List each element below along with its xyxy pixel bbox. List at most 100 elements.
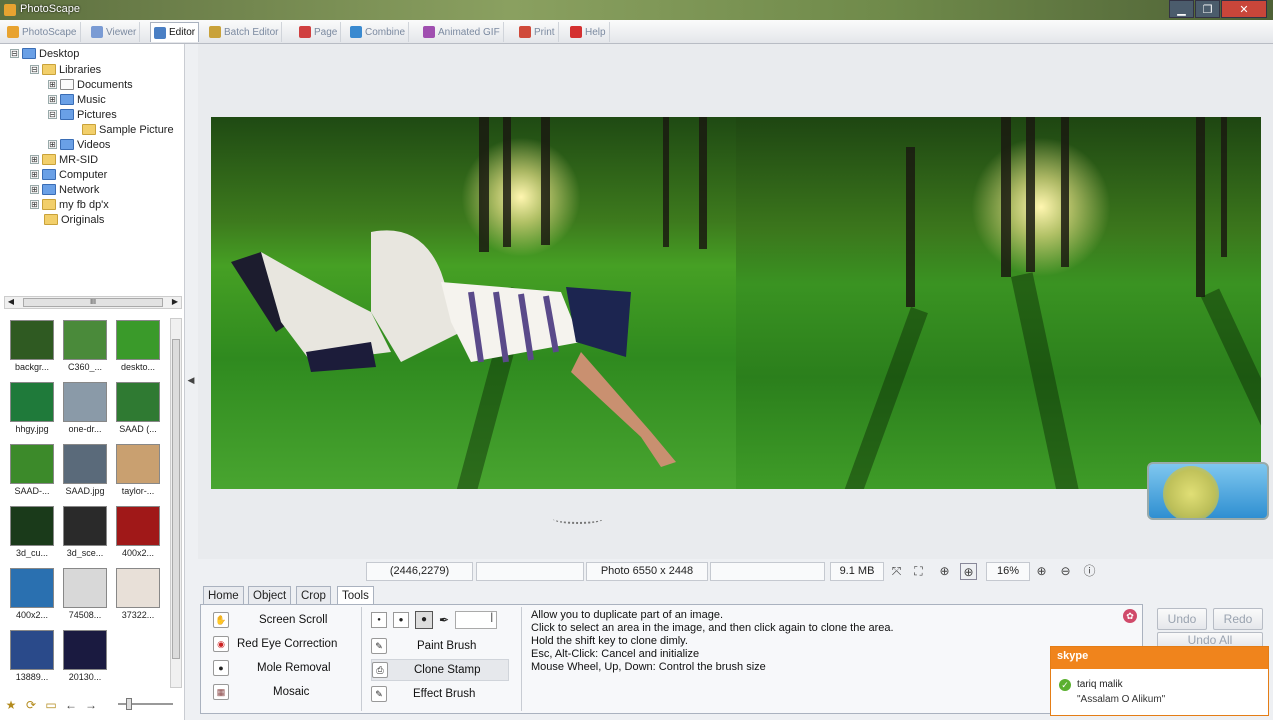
thumbnail-item[interactable]: deskto...: [112, 316, 164, 376]
zoom-out-icon[interactable]: ⊖: [1057, 563, 1074, 580]
thumbnail-item[interactable]: C360_...: [59, 316, 111, 376]
slider-knob[interactable]: [126, 698, 132, 710]
thumbnail-item[interactable]: 3d_sce...: [59, 502, 111, 562]
horizontal-scrollbar[interactable]: ◀ III ▶: [4, 296, 182, 309]
tab-editor[interactable]: Editor: [150, 22, 200, 42]
thumbnail-label: 74508...: [68, 610, 102, 620]
star-icon[interactable]: ★: [4, 698, 18, 712]
expand-toggle[interactable]: ⊞: [30, 170, 39, 179]
tab-home[interactable]: Home: [203, 586, 244, 605]
redo-button[interactable]: Redo: [1213, 608, 1263, 630]
thumbnail-item[interactable]: SAAD-...: [6, 440, 58, 500]
expand-toggle[interactable]: ⊞: [48, 80, 57, 89]
boy-figure: [231, 230, 676, 467]
expand-toggle[interactable]: ⊞: [48, 140, 57, 149]
tree-item-pictures[interactable]: ⊟ Pictures: [48, 107, 117, 122]
thumbnail-item[interactable]: hhgy.jpg: [6, 378, 58, 438]
tool-red-eye-correction[interactable]: ◉ Red Eye Correction: [213, 633, 337, 655]
tab-page[interactable]: Page: [296, 22, 342, 42]
brush-size-slider[interactable]: |: [455, 611, 498, 629]
expand-toggle[interactable]: ⊟: [10, 49, 19, 58]
skype-notification[interactable]: skype ✓ tariq malik "Assalam O Alikum": [1050, 646, 1269, 716]
scroll-thumb[interactable]: [172, 339, 180, 659]
tab-combine[interactable]: Combine: [347, 22, 410, 42]
tab-object[interactable]: Object: [248, 586, 292, 605]
brush-large-icon[interactable]: ●: [415, 611, 433, 629]
close-button[interactable]: ✕: [1221, 0, 1267, 18]
expand-toggle[interactable]: ⊞: [48, 95, 57, 104]
tab-help[interactable]: Help: [567, 22, 610, 42]
tree-item-network[interactable]: ⊞ Network: [30, 182, 99, 197]
fit-window-icon[interactable]: ⤧: [888, 563, 905, 580]
tree-item-desktop[interactable]: ⊟ Desktop: [10, 46, 79, 61]
thumbnail-item[interactable]: SAAD.jpg: [59, 440, 111, 500]
tab-batch-editor[interactable]: Batch Editor: [206, 22, 283, 42]
thumbnail-item[interactable]: 400x2...: [6, 564, 58, 624]
tab-crop[interactable]: Crop: [296, 586, 331, 605]
tool-clone-stamp[interactable]: ⎙ Clone Stamp: [371, 659, 509, 681]
scroll-right-icon[interactable]: ▶: [169, 297, 181, 306]
thumbnail-item[interactable]: backgr...: [6, 316, 58, 376]
zoom-actual-icon[interactable]: ⊕: [936, 563, 953, 580]
zoom-fit-icon[interactable]: ⊕: [960, 563, 977, 580]
minimize-button[interactable]: ▁: [1169, 0, 1194, 18]
tool-mosaic[interactable]: ▦ Mosaic: [213, 681, 309, 703]
collapse-panel-icon[interactable]: ◀: [186, 360, 196, 400]
thumbnail-item[interactable]: 13889...: [6, 626, 58, 686]
tool-mole-removal[interactable]: ● Mole Removal: [213, 657, 331, 679]
back-icon[interactable]: ←: [64, 698, 78, 712]
maximize-button[interactable]: ❐: [1195, 0, 1220, 18]
tool-screen-scroll[interactable]: ✋ Screen Scroll: [213, 609, 327, 631]
canvas-area[interactable]: [198, 44, 1273, 559]
tree-item-originals[interactable]: Originals: [44, 212, 104, 227]
thumbnail-item[interactable]: 74508...: [59, 564, 111, 624]
folder-icon[interactable]: ▭: [44, 698, 58, 712]
info-icon[interactable]: ⓘ: [1081, 563, 1098, 580]
thumbnail-item[interactable]: SAAD (...: [112, 378, 164, 438]
expand-toggle[interactable]: ⊞: [30, 200, 39, 209]
tree-item-documents[interactable]: ⊞ Documents: [48, 77, 133, 92]
tab-tools[interactable]: Tools: [337, 586, 374, 606]
refresh-icon[interactable]: ⟳: [24, 698, 38, 712]
tab-animated-gif[interactable]: Animated GIF: [420, 22, 504, 42]
thumbnail-label: C360_...: [67, 362, 103, 372]
tree-item-mr-sid[interactable]: ⊞ MR-SID: [30, 152, 98, 167]
brush-small-icon[interactable]: ●: [371, 612, 387, 628]
tool-description: Allow you to duplicate part of an image.…: [531, 609, 894, 673]
tool-effect-brush[interactable]: ✎ Effect Brush: [371, 683, 475, 705]
fit-screen-icon[interactable]: ⛶: [910, 563, 927, 580]
pen-icon[interactable]: ✒: [439, 613, 449, 627]
thumbnail-size-slider[interactable]: [118, 698, 173, 710]
tree-item-my-fb-dp[interactable]: ⊞ my fb dp'x: [30, 197, 109, 212]
tree-item-computer[interactable]: ⊞ Computer: [30, 167, 107, 182]
thumbnail-item[interactable]: one-dr...: [59, 378, 111, 438]
thumbnail-item[interactable]: 20130...: [59, 626, 111, 686]
tree-item-libraries[interactable]: ⊟ Libraries: [30, 62, 101, 77]
tree-item-videos[interactable]: ⊞ Videos: [48, 137, 110, 152]
forward-icon[interactable]: →: [84, 698, 98, 712]
expand-toggle[interactable]: ⊞: [30, 185, 39, 194]
thumbnail-item[interactable]: 3d_cu...: [6, 502, 58, 562]
expand-toggle[interactable]: ⊟: [48, 110, 57, 119]
undo-button[interactable]: Undo: [1157, 608, 1207, 630]
paint-brush-icon: ✎: [371, 638, 387, 654]
zoom-in-icon[interactable]: ⊕: [1033, 563, 1050, 580]
expand-toggle[interactable]: ⊞: [30, 155, 39, 164]
vertical-scrollbar[interactable]: [170, 318, 182, 688]
expand-toggle[interactable]: ⊟: [30, 65, 39, 74]
tool-paint-brush[interactable]: ✎ Paint Brush: [371, 635, 476, 657]
thumbnail-image: [116, 444, 160, 484]
help-icon[interactable]: ✿: [1123, 609, 1137, 623]
photo-canvas[interactable]: [211, 117, 1261, 489]
scroll-left-icon[interactable]: ◀: [5, 297, 17, 306]
tab-photoscape[interactable]: PhotoScape: [4, 22, 81, 42]
tab-viewer[interactable]: Viewer: [88, 22, 141, 42]
scroll-thumb[interactable]: III: [23, 298, 163, 307]
tree-item-sample-picture[interactable]: Sample Picture: [82, 122, 174, 137]
thumbnail-item[interactable]: 37322...: [112, 564, 164, 624]
thumbnail-item[interactable]: taylor-...: [112, 440, 164, 500]
tree-item-music[interactable]: ⊞ Music: [48, 92, 106, 107]
tab-print[interactable]: Print: [516, 22, 559, 42]
brush-medium-icon[interactable]: ●: [393, 612, 409, 628]
thumbnail-item[interactable]: 400x2...: [112, 502, 164, 562]
